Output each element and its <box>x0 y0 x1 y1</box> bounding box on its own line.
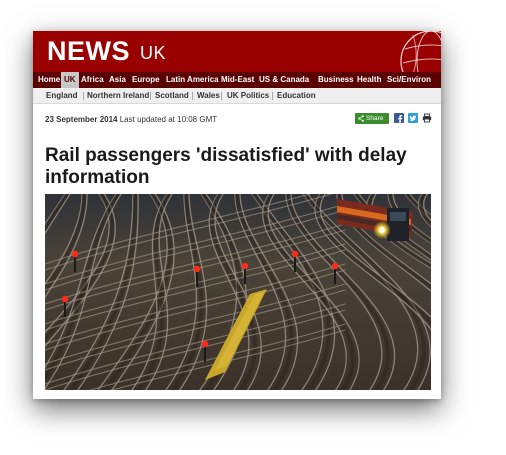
edition-label: UK <box>140 43 167 63</box>
share-button[interactable]: Share <box>355 113 389 124</box>
subnav-item-northern-ireland[interactable]: Northern Ireland <box>87 88 149 104</box>
twitter-icon[interactable] <box>408 113 418 123</box>
nav-item-home[interactable]: Home <box>35 72 63 88</box>
sub-nav: England Northern Ireland Scotland Wales … <box>33 88 441 104</box>
nav-item-us-canada[interactable]: US & Canada <box>256 72 312 88</box>
publish-date: 23 September 2014 <box>45 115 118 124</box>
share-icon <box>358 115 364 122</box>
globe-logo-icon <box>400 31 441 72</box>
nav-item-latin-america[interactable]: Latin America <box>163 72 222 88</box>
nav-item-asia[interactable]: Asia <box>106 72 129 88</box>
subnav-divider <box>150 92 151 100</box>
masthead: NEWS UK <box>33 31 441 72</box>
nav-item-sci-environ[interactable]: Sci/Environ <box>384 72 434 88</box>
subnav-item-education[interactable]: Education <box>277 88 316 104</box>
last-updated: Last updated at 10:08 GMT <box>119 115 218 124</box>
article-image[interactable] <box>45 194 431 390</box>
share-label: Share <box>366 115 384 122</box>
print-icon[interactable] <box>422 113 432 123</box>
subnav-item-scotland[interactable]: Scotland <box>155 88 189 104</box>
news-logo[interactable]: NEWS <box>47 36 130 67</box>
railway-tracks-photo <box>45 194 431 390</box>
subnav-divider <box>192 92 193 100</box>
nav-item-europe[interactable]: Europe <box>129 72 163 88</box>
subnav-item-england[interactable]: England <box>46 88 78 104</box>
subnav-item-uk-politics[interactable]: UK Politics <box>227 88 269 104</box>
nav-item-uk[interactable]: UK <box>61 72 79 88</box>
article-page: NEWS UK Home UK Africa Asia Europe Latin… <box>33 31 441 399</box>
subnav-divider <box>272 92 273 100</box>
nav-item-health[interactable]: Health <box>354 72 384 88</box>
main-nav: Home UK Africa Asia Europe Latin America… <box>33 72 441 88</box>
nav-item-mid-east[interactable]: Mid-East <box>218 72 257 88</box>
subnav-divider <box>83 92 84 100</box>
facebook-icon[interactable] <box>394 113 404 123</box>
article-headline: Rail passengers 'dissatisfied' with dela… <box>45 145 407 188</box>
subnav-divider <box>221 92 222 100</box>
dateline: 23 September 2014 Last updated at 10:08 … <box>45 115 217 124</box>
nav-item-business[interactable]: Business <box>315 72 357 88</box>
subnav-item-wales[interactable]: Wales <box>197 88 220 104</box>
nav-item-africa[interactable]: Africa <box>78 72 107 88</box>
